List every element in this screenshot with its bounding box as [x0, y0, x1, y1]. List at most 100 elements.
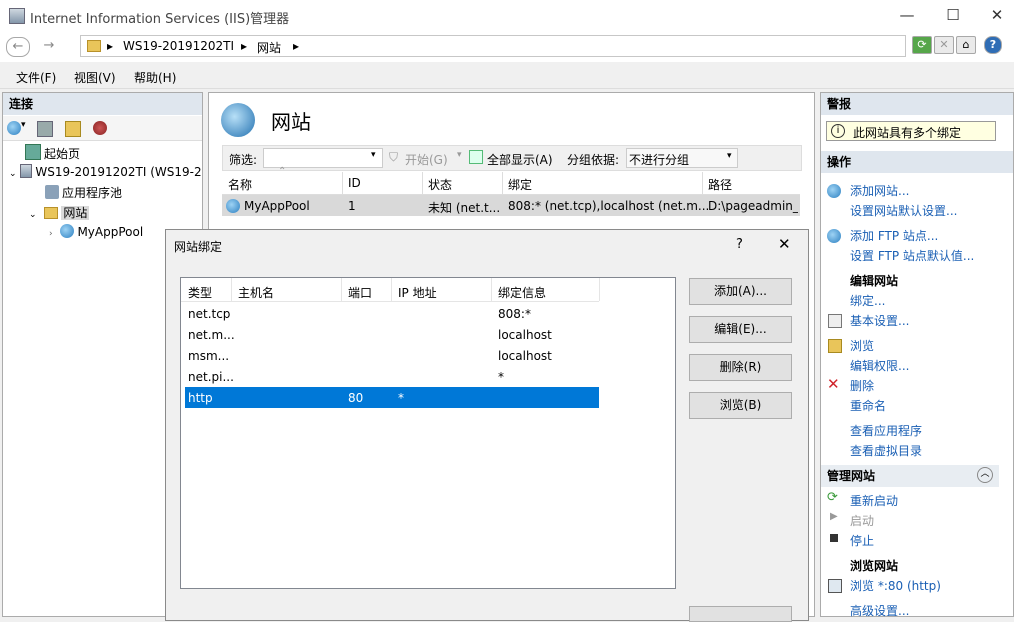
action-edit-permissions[interactable]: 编辑权限... — [850, 357, 909, 374]
site-path: D:\pageadmin_v — [708, 199, 798, 213]
stop-icon[interactable]: ✕ — [934, 36, 954, 54]
column-divider[interactable] — [599, 278, 600, 301]
action-browse-80[interactable]: 浏览 *:80 (http) — [850, 577, 941, 594]
browse-binding-button[interactable]: 浏览(B) — [689, 392, 792, 419]
action-restart[interactable]: 重新启动 — [850, 492, 898, 509]
save-icon[interactable] — [37, 121, 53, 137]
menu-file[interactable]: 文件(F) — [16, 69, 56, 86]
start-filter-button[interactable]: 开始(G) — [405, 151, 448, 168]
groupby-select[interactable]: 不进行分组 ▾ — [626, 148, 738, 168]
action-add-ftp[interactable]: 添加 FTP 站点... — [850, 227, 938, 244]
collapse-chevron-icon[interactable]: › — [49, 229, 53, 239]
column-binding[interactable]: 绑定 — [508, 176, 532, 193]
dialog-close-button[interactable]: ✕ — [778, 235, 791, 253]
column-path[interactable]: 路径 — [708, 176, 732, 193]
expand-chevron-icon[interactable]: ⌄ — [29, 210, 37, 220]
tree-item-sites[interactable]: ⌄ 网站 — [29, 204, 90, 221]
column-port[interactable]: 端口 — [348, 284, 372, 301]
globe-icon — [226, 199, 240, 213]
column-type[interactable]: 类型 — [188, 284, 212, 301]
column-divider[interactable] — [391, 278, 392, 301]
table-row-selected[interactable]: http 80 * — [185, 387, 599, 408]
action-view-apps[interactable]: 查看应用程序 — [850, 422, 922, 439]
table-row[interactable]: msm... localhost — [185, 346, 599, 366]
action-add-site[interactable]: 添加网站... — [850, 182, 909, 199]
column-divider[interactable] — [342, 172, 343, 194]
action-ftp-defaults[interactable]: 设置 FTP 站点默认值... — [850, 247, 974, 264]
column-divider[interactable] — [502, 172, 503, 194]
column-name[interactable]: 名称 — [228, 176, 252, 193]
edit-binding-button[interactable]: 编辑(E)... — [689, 316, 792, 343]
tree-item-myapppool[interactable]: › MyAppPool — [49, 224, 143, 239]
table-row[interactable]: net.m... localhost — [185, 325, 599, 345]
column-divider[interactable] — [341, 278, 342, 301]
add-binding-button[interactable]: 添加(A)... — [689, 278, 792, 305]
tree-item-start-page[interactable]: 起始页 — [25, 144, 80, 162]
title-bar: Internet Information Services (IIS)管理器 —… — [0, 0, 1014, 32]
tree-item-app-pools[interactable]: 应用程序池 — [45, 184, 122, 201]
maximize-button[interactable]: ☐ — [930, 0, 976, 32]
breadcrumb[interactable]: ▸ WS19-20191202TI ▸ 网站 ▸ — [80, 35, 906, 57]
column-id[interactable]: ID — [348, 176, 361, 190]
up-folder-icon[interactable] — [65, 121, 81, 137]
page-title: 网站 — [271, 110, 311, 134]
disconnect-icon[interactable] — [93, 121, 107, 135]
expand-chevron-icon[interactable]: ⌄ — [9, 169, 17, 179]
section-browse-site: 浏览网站 — [850, 559, 899, 573]
dialog-help-button[interactable]: ? — [736, 237, 743, 252]
filter-label: 筛选: — [229, 153, 258, 167]
action-set-defaults[interactable]: 设置网站默认设置... — [850, 202, 957, 219]
tree-item-server[interactable]: ⌄ WS19-20191202TI (WS19-2 — [9, 164, 202, 179]
forward-button[interactable]: → — [38, 37, 60, 55]
dropdown-arrow-icon[interactable]: ▾ — [21, 120, 26, 130]
forward-arrow-icon: → — [43, 38, 55, 53]
refresh-icon[interactable]: ⟳ — [912, 36, 932, 54]
column-state[interactable]: 状态 — [428, 176, 452, 193]
close-button[interactable]: ✕ — [974, 0, 1014, 32]
delete-icon: ✕ — [827, 375, 840, 393]
actions-header: 操作 — [821, 151, 1013, 173]
connect-icon[interactable] — [7, 121, 21, 135]
dropdown-arrow-icon: ▾ — [727, 151, 732, 161]
binding-type: net.tcp — [188, 307, 231, 321]
action-start[interactable]: 启动 — [850, 512, 874, 529]
column-binding-info[interactable]: 绑定信息 — [498, 284, 546, 301]
globe-icon — [60, 224, 75, 238]
dropdown-arrow-icon[interactable]: ▾ — [371, 150, 376, 160]
menu-help[interactable]: 帮助(H) — [134, 69, 176, 86]
column-ip[interactable]: IP 地址 — [398, 284, 437, 301]
help-icon[interactable]: ? — [984, 36, 1002, 54]
filter-input[interactable] — [263, 148, 383, 168]
action-bindings[interactable]: 绑定... — [850, 292, 885, 309]
action-view-vdirs[interactable]: 查看虚拟目录 — [850, 442, 922, 459]
table-row[interactable]: net.pi... * — [185, 367, 599, 387]
close-dialog-button[interactable] — [689, 606, 792, 622]
column-host[interactable]: 主机名 — [238, 284, 274, 301]
table-row[interactable]: MyAppPool 1 未知 (net.t... 808:* (net.tcp)… — [222, 195, 800, 216]
menu-view[interactable]: 视图(V) — [74, 69, 116, 86]
action-advanced-settings[interactable]: 高级设置... — [850, 602, 909, 619]
breadcrumb-sites[interactable]: 网站 — [257, 39, 281, 56]
action-stop[interactable]: 停止 — [850, 532, 874, 549]
column-divider[interactable] — [231, 278, 232, 301]
breadcrumb-server[interactable]: WS19-20191202TI — [123, 39, 234, 53]
column-divider[interactable] — [491, 278, 492, 301]
table-row[interactable]: net.tcp 808:* — [185, 304, 599, 324]
minimize-button[interactable]: — — [884, 0, 930, 32]
breadcrumb-separator-icon: ▸ — [241, 39, 248, 53]
info-icon: i — [831, 124, 845, 138]
bindings-list[interactable]: 类型 主机名 端口 IP 地址 绑定信息 net.tcp 808:* net.m… — [180, 277, 676, 589]
column-divider[interactable] — [422, 172, 423, 194]
remove-binding-button[interactable]: 删除(R) — [689, 354, 792, 381]
action-browse[interactable]: 浏览 — [850, 337, 874, 354]
dropdown-arrow-icon[interactable]: ▾ — [457, 150, 462, 160]
action-delete[interactable]: 删除 — [850, 377, 874, 394]
collapse-chevron-icon[interactable]: ︿ — [977, 467, 993, 483]
action-basic-settings[interactable]: 基本设置... — [850, 312, 909, 329]
column-divider[interactable] — [702, 172, 703, 194]
back-button[interactable]: ← — [6, 37, 30, 57]
show-all-button[interactable]: 全部显示(A) — [487, 151, 553, 168]
connections-header: 连接 — [3, 93, 202, 115]
home-icon[interactable]: ⌂ — [956, 36, 976, 54]
action-rename[interactable]: 重命名 — [850, 397, 886, 414]
